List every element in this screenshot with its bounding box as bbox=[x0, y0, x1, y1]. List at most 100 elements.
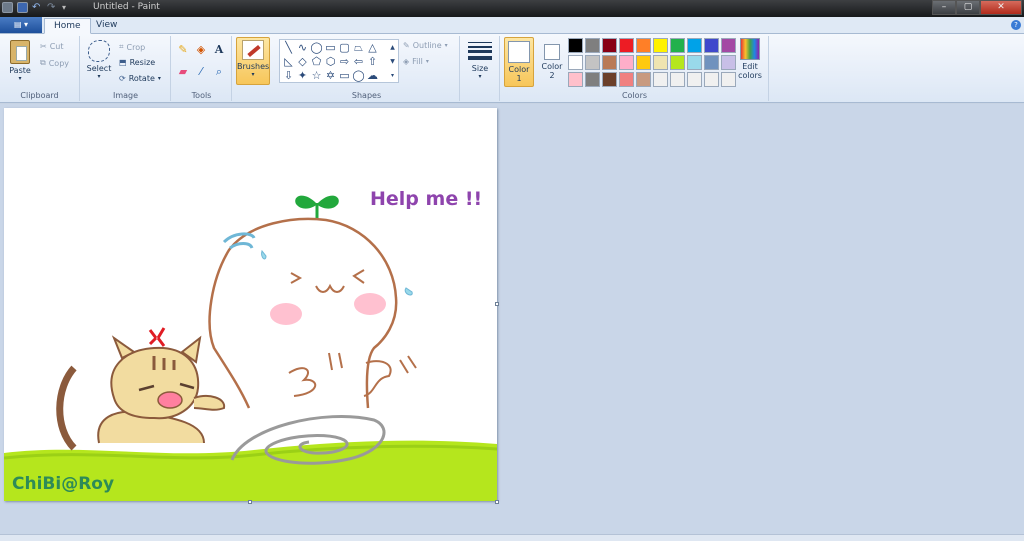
save-icon[interactable] bbox=[17, 2, 28, 13]
palette-swatch[interactable] bbox=[636, 38, 651, 53]
crop-button[interactable]: ⌗ Crop bbox=[119, 42, 145, 52]
palette-swatch[interactable] bbox=[704, 38, 719, 53]
oval-callout-shape-icon[interactable]: ◯ bbox=[352, 69, 365, 82]
paint-menu-button[interactable]: ▤ ▾ bbox=[0, 17, 42, 33]
palette-swatch[interactable] bbox=[585, 38, 600, 53]
rounded-rectangle-shape-icon[interactable]: ▢ bbox=[338, 41, 351, 54]
quick-access-toolbar: ↶ ↷ ▾ bbox=[2, 2, 73, 13]
drawing-caption: Help me !! bbox=[370, 188, 483, 210]
triangle-shape-icon[interactable]: △ bbox=[366, 41, 379, 54]
eraser-icon[interactable]: ▰ bbox=[175, 64, 191, 80]
hexagon-shape-icon[interactable]: ⬡ bbox=[324, 55, 337, 68]
clipboard-group-label: Clipboard bbox=[20, 91, 59, 100]
palette-swatch[interactable] bbox=[636, 72, 651, 87]
text-tool-icon[interactable]: A bbox=[211, 42, 227, 58]
tab-home[interactable]: Home bbox=[44, 18, 91, 34]
curve-shape-icon[interactable]: ∿ bbox=[296, 41, 309, 54]
magnifier-icon[interactable]: ⌕ bbox=[211, 64, 227, 80]
pencil-icon[interactable]: ✎ bbox=[175, 42, 191, 58]
palette-swatch[interactable] bbox=[568, 55, 583, 70]
tab-view[interactable]: View bbox=[87, 18, 126, 34]
palette-swatch[interactable] bbox=[687, 38, 702, 53]
outline-button[interactable]: ✎ Outline ▾ bbox=[403, 41, 448, 50]
line-shape-icon[interactable]: ╲ bbox=[282, 41, 295, 54]
rotate-button[interactable]: ⟳ Rotate ▾ bbox=[119, 74, 161, 83]
palette-swatch[interactable] bbox=[636, 55, 651, 70]
palette-swatch[interactable] bbox=[602, 72, 617, 87]
palette-swatch[interactable] bbox=[721, 72, 736, 87]
palette-swatch[interactable] bbox=[585, 72, 600, 87]
canvas-resize-handle-bottom[interactable] bbox=[248, 500, 252, 504]
color2-button[interactable]: Color 2 bbox=[537, 37, 567, 87]
fill-button[interactable]: ◈ Fill ▾ bbox=[403, 57, 429, 66]
paste-label: Paste bbox=[9, 66, 31, 75]
palette-swatch[interactable] bbox=[704, 55, 719, 70]
drawing-canvas[interactable]: Help me !! ChiBi@Roy bbox=[4, 108, 497, 501]
palette-swatch[interactable] bbox=[619, 55, 634, 70]
palette-swatch[interactable] bbox=[602, 55, 617, 70]
palette-swatch[interactable] bbox=[670, 72, 685, 87]
gallery-scroll-down-icon[interactable]: ▼ bbox=[386, 55, 399, 68]
window-title: Untitled - Paint bbox=[93, 2, 160, 12]
palette-swatch[interactable] bbox=[653, 72, 668, 87]
gallery-expand-icon[interactable]: ▾ bbox=[386, 69, 399, 82]
palette-swatch[interactable] bbox=[653, 38, 668, 53]
clipboard-group: Paste ▾ ✂ Cut ⧉ Copy Clipboard bbox=[0, 36, 80, 101]
customize-quick-access-icon[interactable]: ▾ bbox=[62, 2, 73, 13]
right-triangle-shape-icon[interactable]: ◺ bbox=[282, 55, 295, 68]
gallery-scroll-up-icon[interactable]: ▲ bbox=[386, 41, 399, 54]
palette-swatch[interactable] bbox=[653, 55, 668, 70]
palette-swatch[interactable] bbox=[670, 55, 685, 70]
help-icon[interactable]: ? bbox=[1011, 20, 1021, 30]
six-point-star-shape-icon[interactable]: ✡ bbox=[324, 69, 337, 82]
close-button[interactable]: ✕ bbox=[980, 0, 1022, 15]
color1-button[interactable]: Color 1 bbox=[504, 37, 534, 87]
canvas-resize-handle-corner[interactable] bbox=[495, 500, 499, 504]
polygon-shape-icon[interactable]: ⏢ bbox=[352, 41, 365, 54]
maximize-button[interactable]: ▢ bbox=[956, 0, 980, 15]
size-button[interactable]: Size ▾ bbox=[466, 40, 494, 80]
undo-icon[interactable]: ↶ bbox=[32, 2, 43, 13]
palette-swatch[interactable] bbox=[687, 55, 702, 70]
paste-icon bbox=[10, 40, 30, 64]
palette-swatch[interactable] bbox=[602, 38, 617, 53]
redo-icon[interactable]: ↷ bbox=[47, 2, 58, 13]
copy-button[interactable]: ⧉ Copy bbox=[40, 58, 69, 68]
pentagon-shape-icon[interactable]: ⬠ bbox=[310, 55, 323, 68]
up-arrow-shape-icon[interactable]: ⇧ bbox=[366, 55, 379, 68]
palette-swatch[interactable] bbox=[619, 72, 634, 87]
paste-button[interactable]: Paste ▾ bbox=[6, 40, 34, 82]
palette-swatch[interactable] bbox=[670, 38, 685, 53]
canvas-workspace[interactable]: Help me !! ChiBi@Roy bbox=[0, 104, 1024, 534]
cut-button[interactable]: ✂ Cut bbox=[40, 42, 64, 51]
four-point-star-shape-icon[interactable]: ✦ bbox=[296, 69, 309, 82]
palette-swatch[interactable] bbox=[721, 38, 736, 53]
palette-swatch[interactable] bbox=[721, 55, 736, 70]
edit-colors-button[interactable]: Edit colors bbox=[736, 38, 764, 80]
cloud-callout-shape-icon[interactable]: ☁ bbox=[366, 69, 379, 82]
palette-swatch[interactable] bbox=[619, 38, 634, 53]
diamond-shape-icon[interactable]: ◇ bbox=[296, 55, 309, 68]
left-arrow-shape-icon[interactable]: ⇦ bbox=[352, 55, 365, 68]
palette-swatch[interactable] bbox=[568, 72, 583, 87]
five-point-star-shape-icon[interactable]: ☆ bbox=[310, 69, 323, 82]
oval-shape-icon[interactable]: ◯ bbox=[310, 41, 323, 54]
canvas-resize-handle-right[interactable] bbox=[495, 302, 499, 306]
callout-shape-icon[interactable]: ▭ bbox=[338, 69, 351, 82]
minimize-button[interactable]: – bbox=[932, 0, 956, 15]
rectangle-shape-icon[interactable]: ▭ bbox=[324, 41, 337, 54]
brushes-button[interactable]: Brushes ▾ bbox=[236, 37, 270, 85]
palette-swatch[interactable] bbox=[687, 72, 702, 87]
down-arrow-shape-icon[interactable]: ⇩ bbox=[282, 69, 295, 82]
palette-swatch[interactable] bbox=[704, 72, 719, 87]
fill-bucket-icon[interactable]: ◈ bbox=[193, 42, 209, 58]
paint-app-icon[interactable] bbox=[2, 2, 13, 13]
chevron-down-icon: ▾ bbox=[478, 73, 482, 80]
palette-swatch[interactable] bbox=[585, 55, 600, 70]
resize-button[interactable]: ⬒ Resize bbox=[119, 58, 155, 67]
shapes-gallery[interactable]: ╲ ∿ ◯ ▭ ▢ ⏢ △ ◺ ◇ ⬠ ⬡ ⇨ ⇦ ⇧ ⇩ ✦ ☆ ✡ ▭ ◯ … bbox=[279, 39, 399, 83]
palette-swatch[interactable] bbox=[568, 38, 583, 53]
color-picker-icon[interactable]: ⁄ bbox=[193, 64, 209, 80]
right-arrow-shape-icon[interactable]: ⇨ bbox=[338, 55, 351, 68]
select-button[interactable]: Select ▾ bbox=[85, 40, 113, 80]
